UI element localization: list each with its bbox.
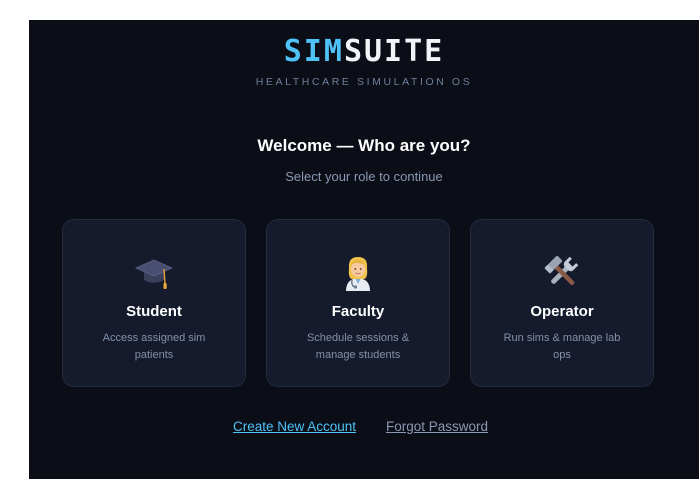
app-tagline: HEALTHCARE SIMULATION OS	[255, 76, 473, 88]
role-card-student[interactable]: Student Access assigned sim patients	[62, 219, 246, 387]
role-card-faculty[interactable]: Faculty Schedule sessions & manage stude…	[266, 219, 450, 387]
page-title: Welcome — Who are you?	[257, 136, 471, 155]
role-title-student: Student	[126, 303, 182, 320]
page-subtitle: Select your role to continue	[285, 169, 443, 184]
health-worker-icon	[267, 254, 449, 292]
logo-part-sim: SIM	[283, 34, 344, 69]
role-description-student: Access assigned sim patients	[102, 332, 206, 361]
app-logo: SIMSUITE	[29, 33, 699, 71]
tools-icon	[471, 254, 653, 292]
graduation-cap-icon	[63, 254, 245, 292]
create-account-link[interactable]: Create New Account	[233, 419, 356, 434]
login-panel: SIMSUITE HEALTHCARE SIMULATION OS Welcom…	[29, 20, 699, 479]
logo-part-suite: SUITE	[343, 34, 445, 69]
role-description-faculty: Schedule sessions & manage students	[306, 332, 410, 361]
role-description-operator: Run sims & manage lab ops	[503, 332, 621, 361]
role-title-operator: Operator	[530, 303, 594, 320]
role-card-operator[interactable]: Operator Run sims & manage lab ops	[470, 219, 654, 387]
role-title-faculty: Faculty	[331, 303, 385, 320]
forgot-password-link[interactable]: Forgot Password	[386, 419, 488, 434]
